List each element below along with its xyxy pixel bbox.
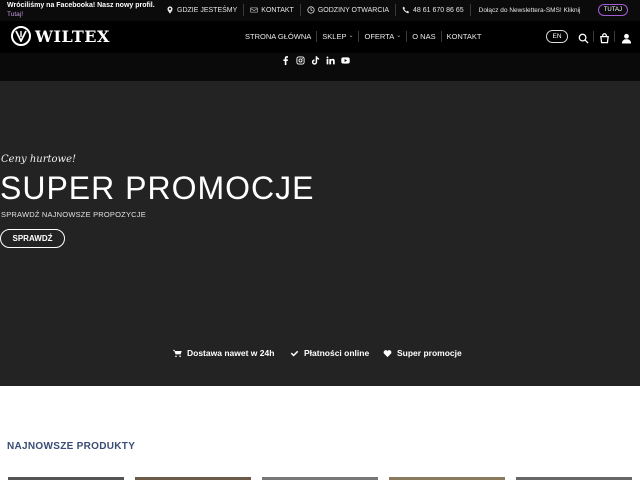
check-icon bbox=[290, 350, 299, 357]
nav-item-shop[interactable]: SKLEP ⌄ bbox=[316, 31, 358, 42]
usp-payments-label: Płatności online bbox=[304, 348, 370, 358]
facebook-notice-text: Wróciliśmy na Facebooka! Nasz nowy profi… bbox=[7, 2, 155, 9]
nav-item-contact[interactable]: KONTAKT bbox=[440, 31, 487, 42]
location-link[interactable]: GDZIE JESTEŚMY bbox=[166, 4, 243, 16]
cart-icon bbox=[173, 349, 182, 357]
facebook-notice: Wróciliśmy na Facebooka! Nasz nowy profi… bbox=[7, 1, 155, 19]
usp-delivery: Dostawa nawet w 24h bbox=[173, 348, 274, 358]
logo[interactable]: WILTEX bbox=[11, 26, 110, 46]
nav-item-home-label: STRONA GŁÓWNA bbox=[245, 32, 312, 41]
language-switch[interactable]: EN bbox=[546, 30, 568, 43]
top-bar: Wróciliśmy na Facebooka! Nasz nowy profi… bbox=[0, 0, 640, 21]
nav-item-offer-label: OFERTA bbox=[364, 32, 395, 41]
cart-icon[interactable] bbox=[599, 31, 610, 44]
nav-item-home[interactable]: STRONA GŁÓWNA bbox=[240, 31, 316, 42]
newsletter-button[interactable]: TUTAJ bbox=[597, 4, 628, 16]
usp-payments: Płatności online bbox=[290, 348, 369, 358]
heart-icon bbox=[383, 349, 392, 357]
facebook-icon[interactable] bbox=[281, 56, 290, 65]
map-pin-icon bbox=[167, 6, 173, 14]
linkedin-icon[interactable] bbox=[326, 56, 335, 65]
contact-link-label: KONTAKT bbox=[261, 6, 294, 14]
usp-promotions-label: Super promocje bbox=[397, 348, 462, 358]
nav-item-about-label: O NAS bbox=[412, 32, 436, 41]
nav-item-shop-label: SKLEP bbox=[322, 32, 347, 41]
chevron-down-icon: ⌄ bbox=[348, 33, 354, 39]
phone-icon bbox=[402, 6, 410, 14]
usp-delivery-label: Dostawa nawet w 24h bbox=[187, 348, 275, 358]
nav-item-about[interactable]: O NAS bbox=[406, 31, 440, 42]
check-offers-button[interactable]: SPRAWDŹ bbox=[0, 229, 65, 248]
phone-link[interactable]: 48 61 670 86 65 bbox=[395, 4, 470, 16]
logo-mark-icon bbox=[11, 26, 31, 46]
brand-name: WILTEX bbox=[35, 26, 110, 46]
youtube-icon[interactable] bbox=[341, 56, 350, 65]
phone-link-label: 48 61 670 86 65 bbox=[413, 6, 464, 14]
usp-promotions: Super promocje bbox=[383, 348, 462, 358]
newest-products-title: NAJNOWSZE PRODUKTY bbox=[7, 441, 136, 452]
social-bar bbox=[0, 53, 640, 81]
tiktok-icon[interactable] bbox=[311, 56, 320, 65]
nav-item-offer[interactable]: OFERTA ⌄ bbox=[358, 31, 406, 42]
hero-title: SUPER PROMOCJE bbox=[0, 170, 315, 206]
hero-banner: Ceny hurtowe! SUPER PROMOCJE SPRAWDŹ NAJ… bbox=[0, 81, 640, 386]
divider bbox=[593, 31, 594, 42]
nav-item-contact-label: KONTAKT bbox=[446, 32, 482, 41]
mail-icon bbox=[250, 7, 258, 13]
clock-icon bbox=[307, 6, 315, 14]
social-icons bbox=[281, 56, 350, 65]
opening-hours-link-label: GODZINY OTWARCIA bbox=[317, 6, 390, 14]
main-nav: STRONA GŁÓWNA SKLEP ⌄ OFERTA ⌄ O NAS KONTA… bbox=[240, 31, 486, 42]
divider bbox=[614, 31, 615, 42]
hero-subtitle: SPRAWDŹ NAJNOWSZE PROPOZYCJE bbox=[1, 210, 146, 219]
contact-link[interactable]: KONTAKT bbox=[243, 4, 300, 16]
main-header: WILTEX STRONA GŁÓWNA SKLEP ⌄ OFERTA ⌄ O NA… bbox=[0, 21, 640, 53]
opening-hours-link[interactable]: GODZINY OTWARCIA bbox=[299, 4, 395, 16]
facebook-notice-link[interactable]: Tutaj! bbox=[7, 11, 23, 18]
newsletter-text: Dołącz do Newslettera-SMS! Kliknij bbox=[469, 4, 587, 16]
hero-kicker: Ceny hurtowe! bbox=[1, 154, 77, 165]
newsletter-label: Dołącz do Newslettera-SMS! Kliknij bbox=[478, 6, 581, 14]
location-link-label: GDZIE JESTEŚMY bbox=[177, 6, 238, 14]
top-links: GDZIE JESTEŚMY KONTAKT GODZINY OTWARCIA … bbox=[166, 0, 587, 20]
chevron-down-icon: ⌄ bbox=[396, 33, 402, 39]
user-icon[interactable] bbox=[621, 31, 632, 44]
instagram-icon[interactable] bbox=[296, 56, 305, 65]
search-icon[interactable] bbox=[578, 31, 589, 44]
